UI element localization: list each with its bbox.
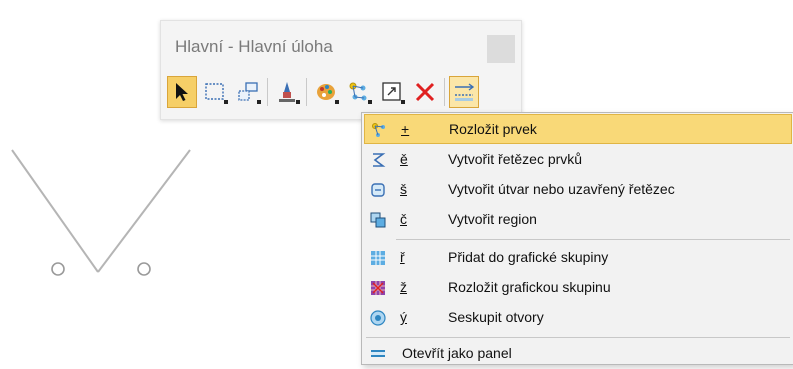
dropdown-indicator <box>401 100 405 104</box>
menu-item-create-region[interactable]: č Vytvořit region <box>364 205 792 235</box>
nodes-tool-button[interactable] <box>344 76 374 108</box>
menu-item-open-as-panel[interactable]: Otevřít jako panel <box>364 339 792 369</box>
cursor-arrow-icon <box>176 83 188 101</box>
menu-accel: ř <box>400 249 405 265</box>
add-group-icon <box>371 251 385 265</box>
menu-label: Otevřít jako panel <box>402 345 512 361</box>
menu-label: Přidat do grafické skupiny <box>448 249 609 265</box>
menu-item-group-holes[interactable]: ý Seskupit otvory <box>364 303 792 333</box>
menu-accel: č <box>400 211 407 227</box>
menu-item-create-shape[interactable]: š Vytvořit útvar nebo uzavřený řetězec <box>364 175 792 205</box>
toolbar-separator <box>267 78 268 106</box>
toolbar-separator <box>306 78 307 106</box>
delete-button[interactable] <box>410 76 440 108</box>
edit-tool-button[interactable] <box>272 76 302 108</box>
menu-label: Vytvořit region <box>448 211 537 227</box>
menu-item-explode-group[interactable]: ž Rozložit grafickou skupinu <box>364 273 792 303</box>
explode-group-icon <box>371 281 385 295</box>
menu-label: Vytvořit řetězec prvků <box>448 151 583 167</box>
menu-accel: ž <box>400 279 407 295</box>
menu-label: Vytvořit útvar nebo uzavřený řetězec <box>448 181 675 197</box>
region-icon <box>370 212 386 228</box>
menu-label: Seskupit otvory <box>448 309 544 325</box>
menu-item-explode-element[interactable]: + Rozložit prvek <box>364 114 792 144</box>
rectangle-select-button[interactable] <box>200 76 230 108</box>
menu-item-add-to-group[interactable]: ř Přidat do grafické skupiny <box>364 243 792 273</box>
red-x-delete-icon <box>415 82 435 102</box>
group-holes-icon <box>370 310 386 326</box>
menu-accel: ý <box>400 309 407 325</box>
toolbar-title: Hlavní - Hlavní úloha <box>175 37 333 56</box>
toolbar-separator <box>444 78 445 106</box>
menu-accel: ě <box>400 151 408 167</box>
select-tool-button[interactable] <box>167 76 197 108</box>
drawing-line-right[interactable] <box>97 149 191 273</box>
toolbar <box>167 74 517 110</box>
menu-item-create-chain[interactable]: ě Vytvořit řetězec prvků <box>364 145 792 175</box>
menu-accel: + <box>401 121 410 137</box>
dropdown-indicator <box>224 100 228 104</box>
menu-label: Rozložit prvek <box>449 121 537 137</box>
palette-tool-button[interactable] <box>311 76 341 108</box>
window-select-button[interactable] <box>233 76 263 108</box>
open-panel-icon <box>371 350 385 357</box>
explode-icon <box>455 83 475 101</box>
menu-label: Rozložit grafickou skupinu <box>448 279 611 295</box>
context-menu: + Rozložit prvek ě Vytvořit řetězec prvk… <box>361 112 793 365</box>
dropdown-indicator <box>257 100 261 104</box>
menu-separator <box>366 337 790 338</box>
drawing-circle-right[interactable] <box>137 262 151 276</box>
dropdown-indicator <box>296 100 300 104</box>
toolbar-close-button[interactable] <box>487 35 515 63</box>
closed-shape-icon <box>371 183 385 197</box>
dropdown-indicator <box>368 100 372 104</box>
explode-tool-button[interactable] <box>449 76 479 108</box>
drawing-line-left[interactable] <box>11 149 99 273</box>
dropdown-indicator <box>335 100 339 104</box>
zoom-window-button[interactable] <box>377 76 407 108</box>
toolbar-window: Hlavní - Hlavní úloha <box>160 20 522 120</box>
menu-accel: š <box>400 181 407 197</box>
menu-separator <box>396 239 790 240</box>
chain-icon <box>373 153 386 167</box>
drawing-circle-left[interactable] <box>51 262 65 276</box>
explode-element-icon <box>372 123 385 137</box>
